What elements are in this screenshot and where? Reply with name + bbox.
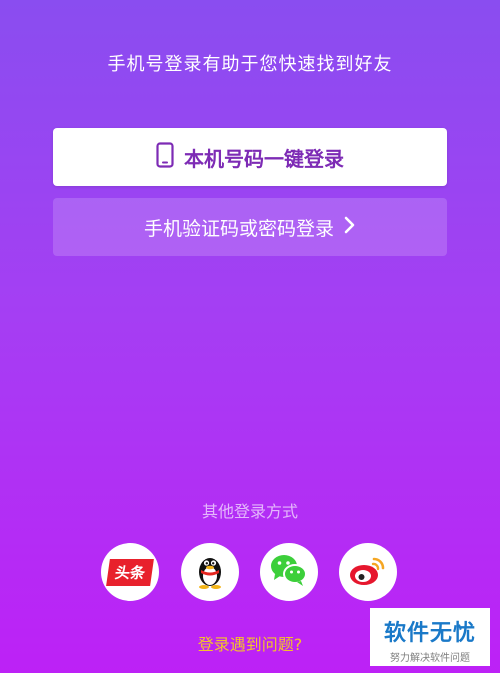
chevron-right-icon: [344, 216, 356, 239]
weibo-login-button[interactable]: [339, 543, 397, 601]
qq-penguin-icon: [193, 550, 227, 594]
sms-password-login-label: 手机验证码或密码登录: [143, 217, 334, 240]
phone-icon: [156, 141, 174, 173]
one-click-login-button[interactable]: 本机号码一键登录: [53, 128, 447, 186]
toutiao-icon: 头条: [106, 558, 154, 586]
social-login-row: 头条: [101, 543, 399, 603]
login-subtitle: 手机号登录有助于您快速找到好友: [107, 54, 393, 75]
toutiao-login-button[interactable]: 头条: [101, 543, 159, 601]
one-click-login-label: 本机号码一键登录: [184, 146, 344, 171]
wechat-login-button[interactable]: [260, 543, 318, 601]
watermark-logo: 软件无忧 努力解决软件问题: [370, 608, 490, 666]
watermark-title: 软件无忧: [383, 621, 476, 646]
qq-login-button[interactable]: [181, 543, 239, 601]
watermark-subtitle: 努力解决软件问题: [390, 653, 470, 664]
weibo-icon: [348, 553, 388, 591]
wechat-icon: [269, 552, 309, 592]
sms-password-login-button[interactable]: 手机验证码或密码登录: [53, 198, 447, 256]
other-login-methods-title: 其他登录方式: [201, 502, 298, 521]
